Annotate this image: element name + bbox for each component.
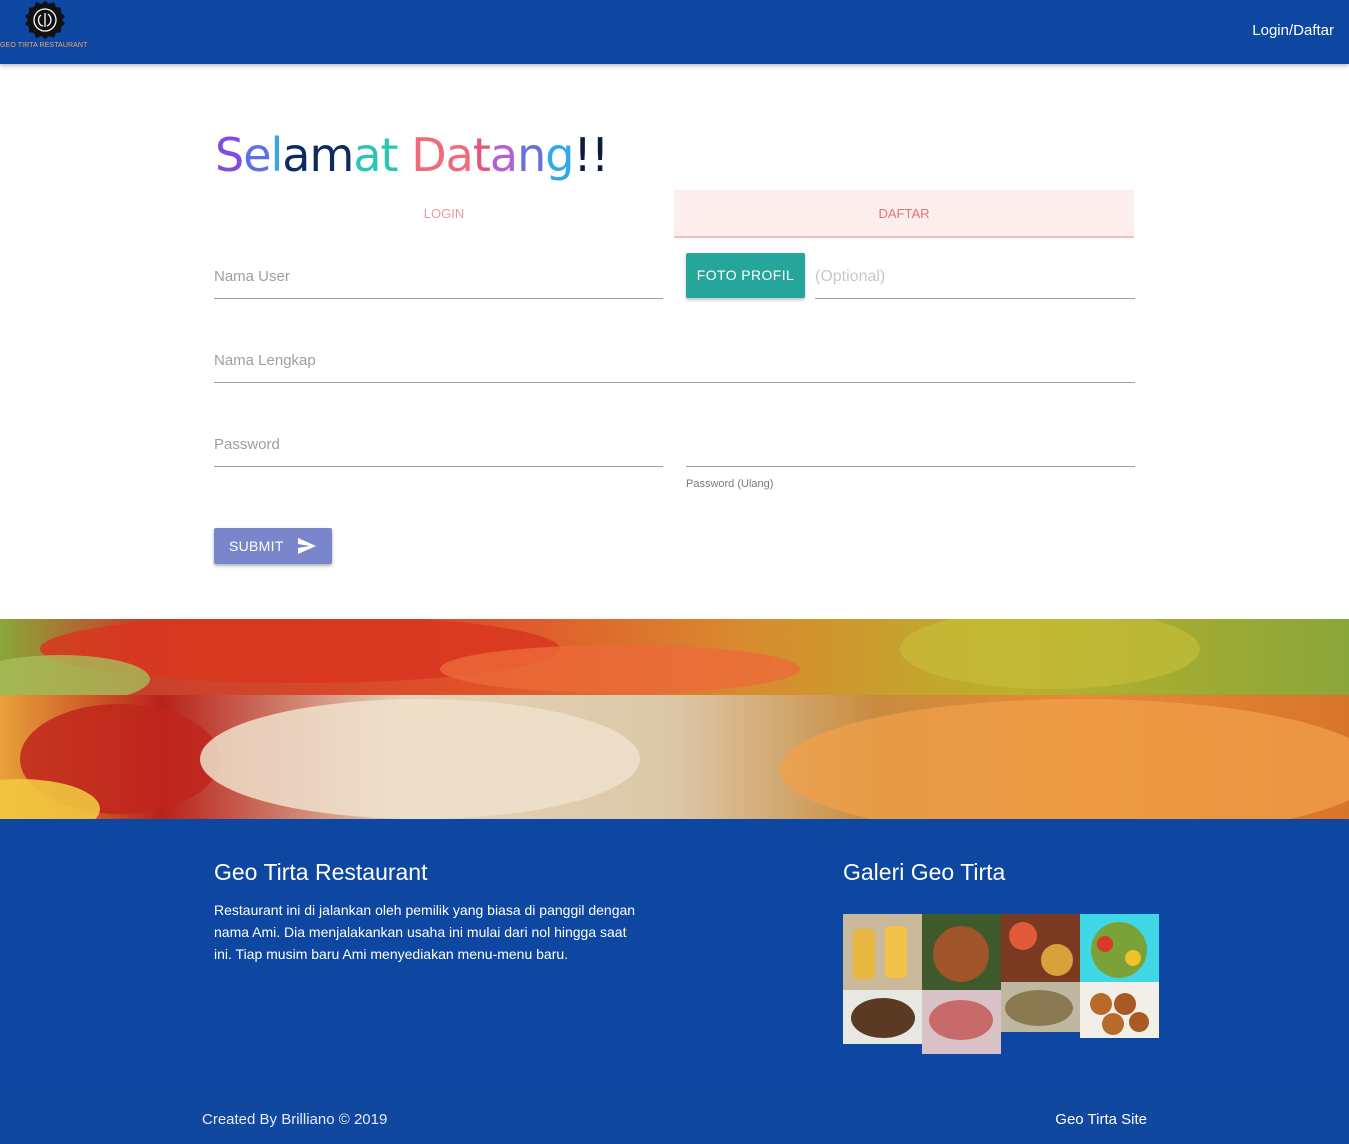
food-banner-art <box>0 619 1349 819</box>
password-input[interactable] <box>214 430 663 464</box>
password-ulang-label: Password (Ulang) <box>686 478 774 490</box>
nama-user-underline <box>214 298 663 299</box>
send-icon <box>298 538 316 554</box>
welcome-letter: l <box>270 128 284 182</box>
welcome-letter: ! <box>590 128 609 182</box>
auth-tabs: LOGIN DAFTAR <box>214 190 1135 238</box>
navbar: GEO TIRTA RESTAURANT Login/Daftar <box>0 0 1349 64</box>
footer-title: Geo Tirta Restaurant <box>214 859 428 885</box>
foto-profil-path-field[interactable] <box>815 298 1135 299</box>
welcome-letter: n <box>517 128 546 182</box>
food-banner-image <box>0 619 1349 819</box>
logo-text: GEO TIRTA RESTAURANT <box>0 42 88 49</box>
password-ulang-underline <box>686 466 1135 467</box>
password-underline <box>214 466 663 467</box>
welcome-letter: t <box>380 128 399 182</box>
nama-lengkap-underline <box>214 382 1135 383</box>
nama-user-input[interactable] <box>214 262 663 296</box>
welcome-letter: D <box>411 128 446 182</box>
welcome-letter: a <box>445 128 474 182</box>
foto-profil-button[interactable]: FOTO PROFIL <box>686 253 805 298</box>
footer-description: Restaurant ini di jalankan oleh pemilik … <box>214 902 636 962</box>
welcome-letter: ! <box>573 128 591 182</box>
welcome-letter: S <box>215 128 244 182</box>
password-ulang-input[interactable] <box>686 430 1135 464</box>
submit-label: SUBMIT <box>229 538 284 554</box>
welcome-letter: t <box>472 128 491 182</box>
gallery-images <box>843 914 1159 1054</box>
nama-lengkap-input[interactable] <box>214 346 1135 380</box>
welcome-letter: e <box>243 128 271 182</box>
brand-logo[interactable]: GEO TIRTA RESTAURANT <box>0 0 92 60</box>
copyright-text: Created By Brilliano © 2019 <box>202 1111 388 1128</box>
copyright-bar: Created By Brilliano © 2019 Geo Tirta Si… <box>0 1093 1349 1144</box>
welcome-letter <box>398 128 412 182</box>
welcome-letter: a <box>282 128 310 182</box>
food-gallery-collage <box>843 914 1159 1054</box>
welcome-heading: Selamat Datang!! <box>215 128 609 182</box>
gallery-title: Galeri Geo Tirta <box>843 859 1006 885</box>
submit-button[interactable]: SUBMIT <box>214 528 332 564</box>
restaurant-logo-icon <box>25 1 65 39</box>
login-daftar-link[interactable]: Login/Daftar <box>1252 22 1334 39</box>
foto-profil-path-placeholder: (Optional) <box>815 268 886 285</box>
welcome-letter: m <box>309 128 355 182</box>
tab-login[interactable]: LOGIN <box>214 190 674 238</box>
tab-daftar[interactable]: DAFTAR <box>674 190 1134 238</box>
site-link[interactable]: Geo Tirta Site <box>1055 1111 1147 1128</box>
welcome-letter: a <box>353 128 381 182</box>
footer: Geo Tirta Restaurant Restaurant ini di j… <box>0 819 1349 1144</box>
welcome-letter: a <box>489 128 518 182</box>
welcome-letter: g <box>545 128 574 182</box>
